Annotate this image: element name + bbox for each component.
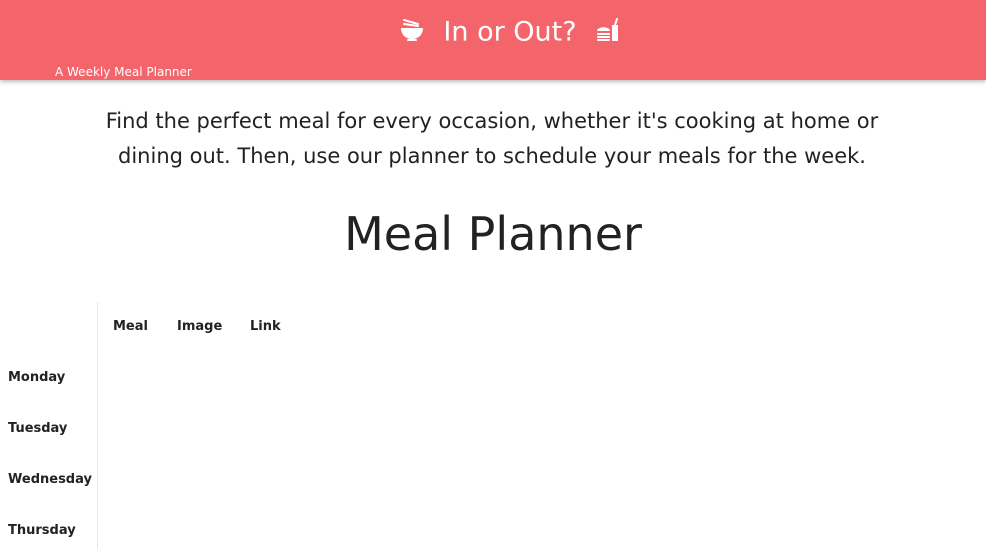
column-header-image: Image [177,319,223,334]
day-label-monday: Monday [8,370,66,385]
burger-drink-icon [597,17,619,41]
column-header-meal: Meal [113,319,148,334]
app-subtitle: A Weekly Meal Planner [55,65,192,79]
ramen-bowl-icon [400,18,423,41]
app-header: In or Out? A Weekly Meal Planner [0,0,986,80]
day-label-tuesday: Tuesday [8,421,68,436]
planner-divider [97,302,98,549]
day-label-wednesday: Wednesday [8,472,92,487]
app-title-text: In or Out? [443,16,577,48]
day-label-thursday: Thursday [8,523,76,538]
intro-text: Find the perfect meal for every occasion… [105,109,879,168]
app-title: In or Out? [0,14,986,51]
column-header-link: Link [250,319,281,334]
planner-title: Meal Planner [344,207,642,261]
